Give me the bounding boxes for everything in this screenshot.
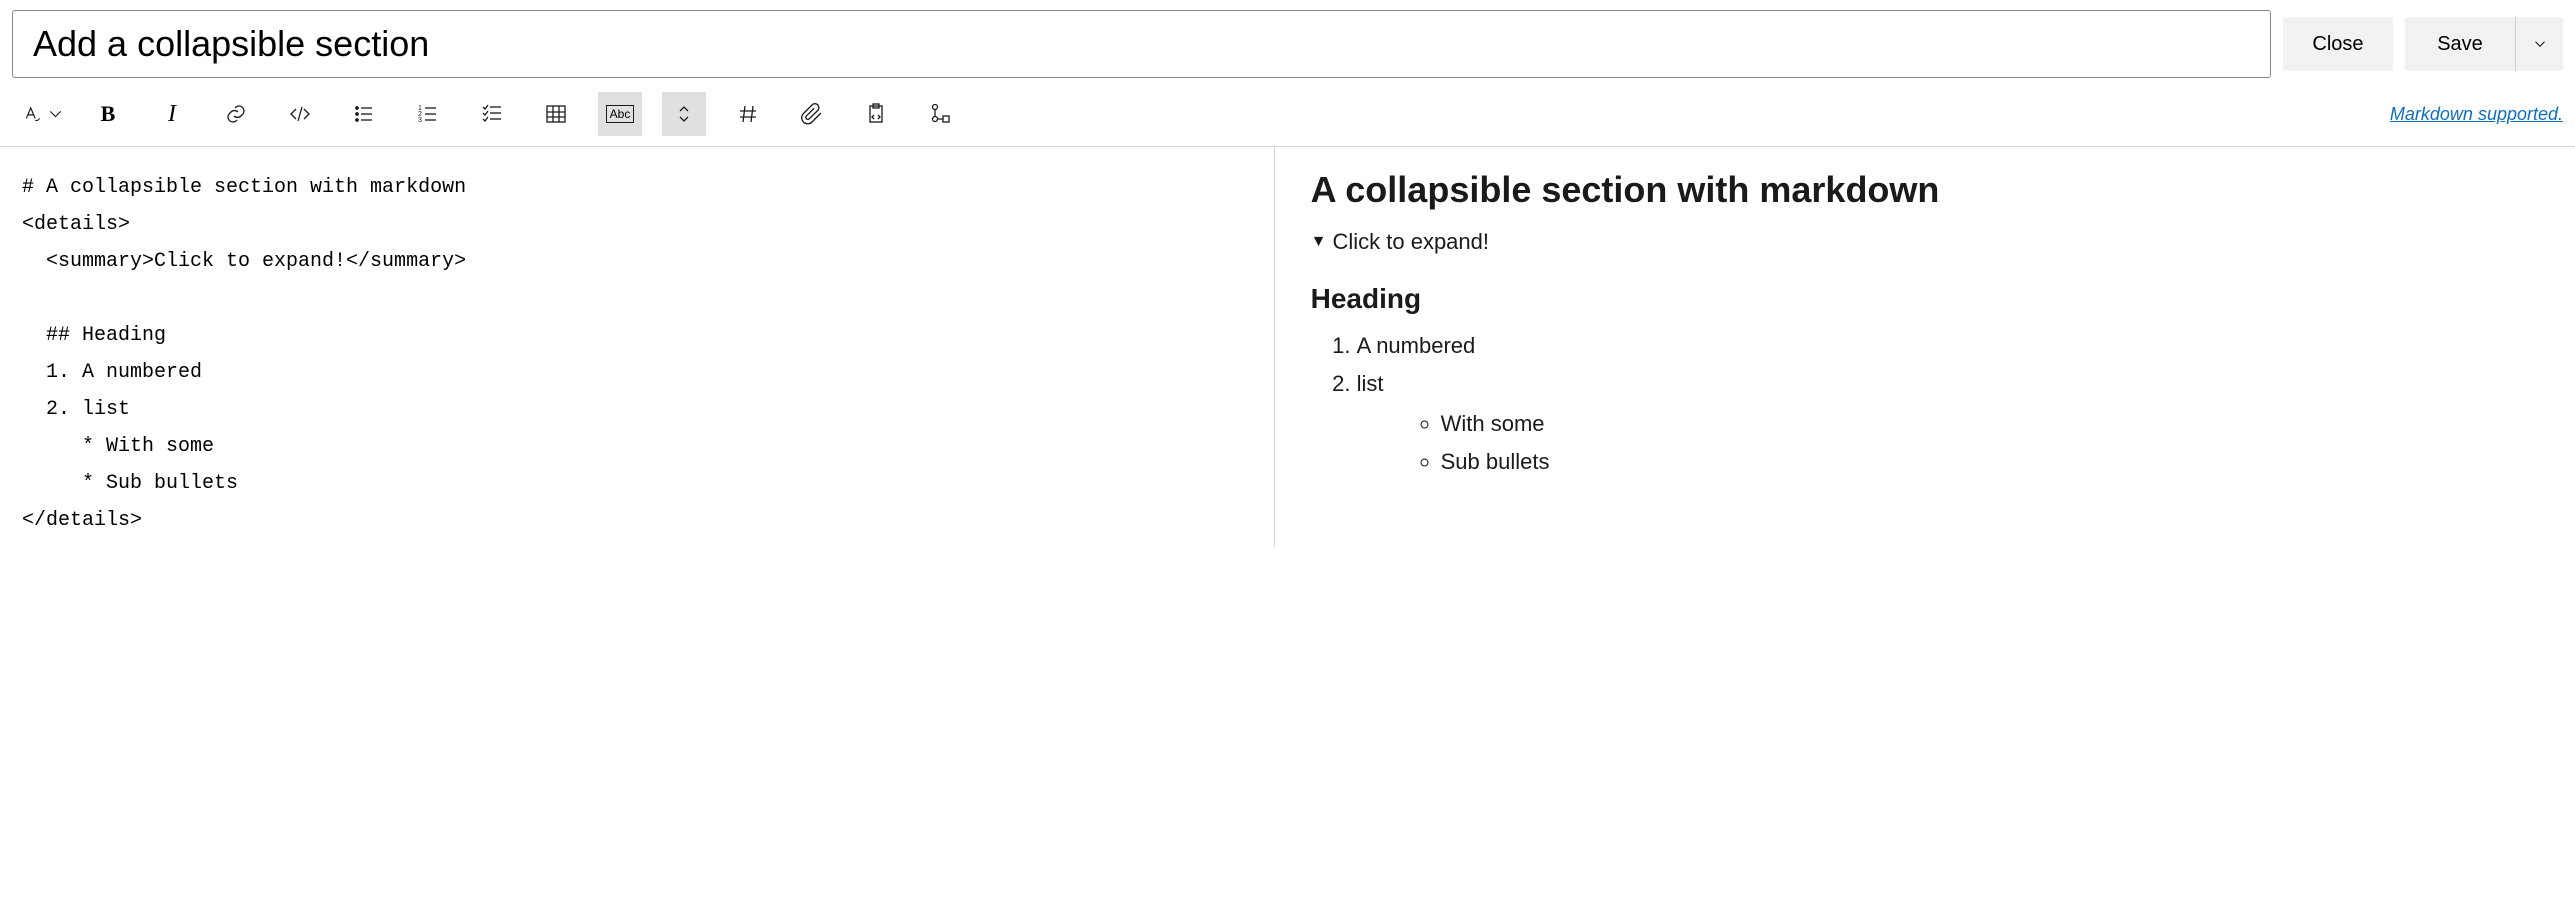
abc-icon: Abc: [606, 105, 635, 123]
preview-heading-2: Heading: [1311, 283, 2545, 315]
hierarchy-icon: [928, 102, 952, 126]
preview-sub-list: With some Sub bullets: [1441, 405, 2545, 481]
title-input[interactable]: [12, 10, 2271, 78]
link-icon: [224, 102, 248, 126]
bold-button[interactable]: B: [86, 92, 130, 136]
markdown-supported-link[interactable]: Markdown supported.: [2390, 104, 2563, 125]
list-item: A numbered: [1357, 327, 2545, 365]
close-button[interactable]: Close: [2283, 17, 2393, 71]
numbered-list-icon: 1 2 3: [416, 102, 440, 126]
list-item: list With some Sub bullets: [1357, 365, 2545, 487]
italic-icon: I: [168, 101, 176, 128]
save-split-button: Save: [2405, 17, 2563, 71]
bold-icon: B: [101, 101, 116, 127]
code-icon: [288, 102, 312, 126]
chevron-down-icon: [45, 102, 66, 126]
clipboard-code-icon: [864, 102, 888, 126]
collapsible-section-button[interactable]: [662, 92, 706, 136]
markdown-preview: A collapsible section with markdown ▼ Cl…: [1275, 147, 2575, 547]
paperclip-icon: [800, 102, 824, 126]
summary-text: Click to expand!: [1332, 229, 1489, 255]
workitem-link-button[interactable]: [918, 92, 962, 136]
save-button[interactable]: Save: [2405, 17, 2515, 71]
chevron-down-icon: [2531, 35, 2549, 53]
table-button[interactable]: [534, 92, 578, 136]
save-dropdown-toggle[interactable]: [2515, 17, 2563, 71]
svg-text:3: 3: [418, 117, 422, 124]
markdown-editor[interactable]: [0, 147, 1275, 547]
preview-ordered-list: A numbered list With some Sub bullets: [1357, 327, 2545, 487]
checklist-button[interactable]: [470, 92, 514, 136]
preview-heading-1: A collapsible section with markdown: [1311, 169, 2545, 211]
text-style-icon: [22, 102, 43, 126]
attachment-button[interactable]: [790, 92, 834, 136]
italic-button[interactable]: I: [150, 92, 194, 136]
hash-icon: [736, 102, 760, 126]
collapse-expand-icon: [672, 102, 696, 126]
list-item: With some: [1441, 405, 2545, 443]
table-icon: [544, 102, 568, 126]
list-item: Sub bullets: [1441, 443, 2545, 481]
bullet-list-icon: [352, 102, 376, 126]
details-summary[interactable]: ▼ Click to expand!: [1311, 229, 2545, 255]
mention-button[interactable]: Abc: [598, 92, 642, 136]
code-button[interactable]: [278, 92, 322, 136]
numbered-list-button[interactable]: 1 2 3: [406, 92, 450, 136]
disclosure-triangle-icon: ▼: [1311, 233, 1327, 251]
hash-heading-button[interactable]: [726, 92, 770, 136]
checklist-icon: [480, 102, 504, 126]
link-button[interactable]: [214, 92, 258, 136]
editor-toolbar: B I: [22, 92, 962, 136]
text-style-button[interactable]: [22, 92, 66, 136]
bullet-list-button[interactable]: [342, 92, 386, 136]
paste-code-button[interactable]: [854, 92, 898, 136]
